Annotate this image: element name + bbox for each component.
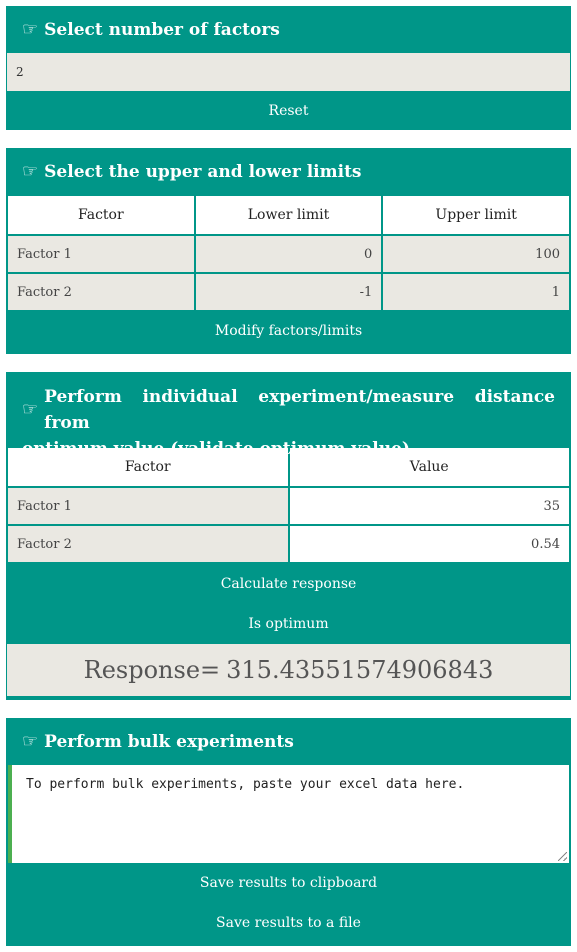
experiment-table: Factor Value Factor 1 35 Factor 2 0.54 — [6, 446, 571, 564]
response-value: 315.43551574906843 — [226, 656, 494, 684]
pointing-hand-icon: ☞ — [22, 730, 39, 752]
limits-panel: ☞ Select the upper and lower limits Fact… — [6, 148, 571, 354]
column-header-upper-limit: Upper limit — [383, 196, 569, 234]
factor-label: Factor 2 — [8, 526, 288, 562]
table-row: Factor 2 -1 1 — [8, 274, 569, 310]
factor-value-input[interactable]: 35 — [289, 488, 569, 524]
factors-panel-title: Select number of factors — [44, 19, 280, 40]
factor-label: Factor 2 — [8, 274, 194, 310]
table-row: Factor 1 35 — [8, 488, 569, 524]
response-label: Response= — [83, 656, 221, 684]
factor-label: Factor 1 — [8, 488, 288, 524]
bulk-panel: ☞ Perform bulk experiments To perform bu… — [6, 718, 571, 946]
pointing-hand-icon: ☞ — [22, 18, 39, 40]
factor-value-input[interactable]: 0.54 — [289, 526, 569, 562]
pointing-hand-icon: ☞ — [22, 399, 39, 420]
factor-label: Factor 1 — [8, 236, 194, 272]
save-to-clipboard-button[interactable]: Save results to clipboard — [6, 863, 571, 903]
limits-header-row: Factor Lower limit Upper limit — [8, 196, 569, 234]
factors-panel: ☞ Select number of factors 2 Reset — [6, 6, 571, 130]
factor-count-input[interactable]: 2 — [7, 53, 570, 91]
upper-limit-input[interactable]: 100 — [383, 236, 569, 272]
is-optimum-button[interactable]: Is optimum — [6, 604, 571, 644]
limits-table: Factor Lower limit Upper limit Factor 1 … — [6, 194, 571, 312]
factor-count-value: 2 — [16, 65, 24, 79]
lower-limit-input[interactable]: 0 — [195, 236, 382, 272]
lower-limit-input[interactable]: -1 — [195, 274, 382, 310]
column-header-lower-limit: Lower limit — [195, 196, 382, 234]
experiment-panel-header: ☞ Perform individual experiment/measure … — [6, 372, 571, 459]
factors-panel-header: ☞ Select number of factors — [6, 6, 571, 53]
limits-panel-header: ☞ Select the upper and lower limits — [6, 148, 571, 195]
response-display: Response= 315.43551574906843 — [7, 644, 570, 696]
experiment-panel-title-line1: Perform individual experiment/measure di… — [44, 387, 555, 433]
bulk-data-placeholder: To perform bulk experiments, paste your … — [26, 777, 465, 792]
save-to-file-button[interactable]: Save results to a file — [6, 903, 571, 943]
upper-limit-input[interactable]: 1 — [383, 274, 569, 310]
pointing-hand-icon: ☞ — [22, 160, 39, 182]
calculate-response-button[interactable]: Calculate response — [6, 564, 571, 604]
limits-panel-title: Select the upper and lower limits — [44, 161, 362, 182]
modify-limits-button[interactable]: Modify factors/limits — [6, 311, 571, 351]
resize-handle-icon[interactable] — [558, 852, 567, 861]
bulk-panel-title: Perform bulk experiments — [44, 731, 294, 752]
table-row: Factor 2 0.54 — [8, 526, 569, 562]
bulk-data-textarea[interactable]: To perform bulk experiments, paste your … — [8, 765, 569, 863]
reset-button[interactable]: Reset — [6, 91, 571, 131]
experiment-panel: ☞ Perform individual experiment/measure … — [6, 372, 571, 700]
table-row: Factor 1 0 100 — [8, 236, 569, 272]
column-header-factor: Factor — [8, 196, 194, 234]
bulk-panel-header: ☞ Perform bulk experiments — [6, 718, 571, 765]
